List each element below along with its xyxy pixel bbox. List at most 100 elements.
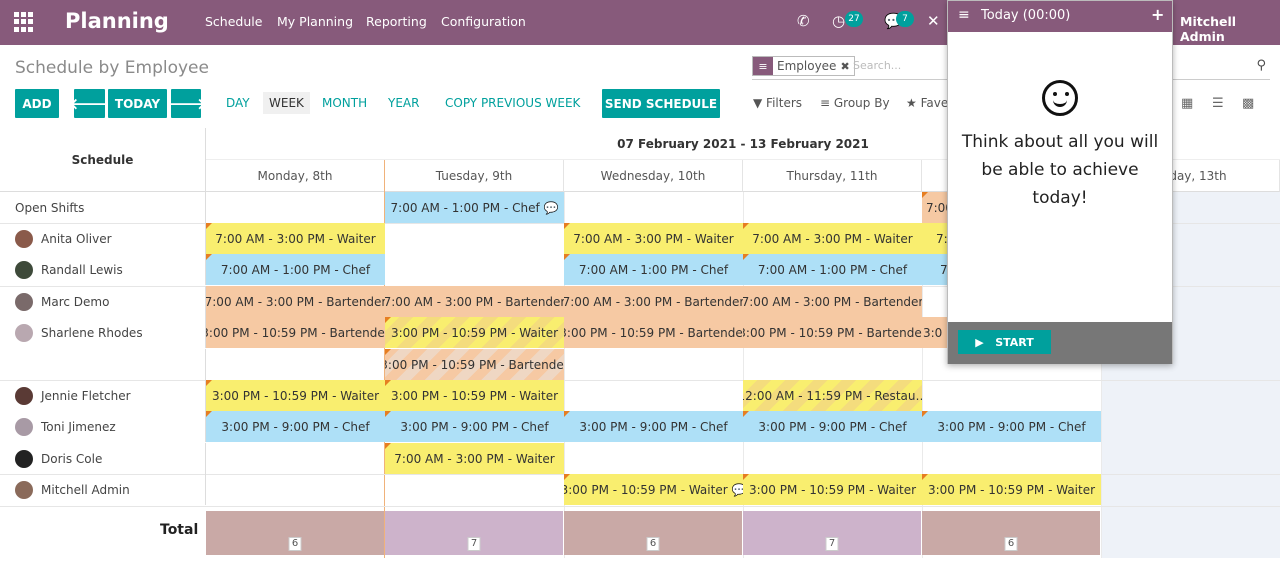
- search-icon[interactable]: ⚲: [1256, 58, 1266, 73]
- view-month[interactable]: MONTH: [322, 96, 367, 110]
- day-header: Monday, 8th: [206, 160, 385, 192]
- menu-schedule[interactable]: Schedule: [205, 14, 262, 29]
- row-employee[interactable]: Toni Jimenez: [0, 411, 206, 442]
- today-button[interactable]: TODAY: [108, 89, 167, 118]
- row-employee[interactable]: Jennie Fletcher: [0, 380, 206, 411]
- menu-icon[interactable]: ≡: [958, 7, 970, 23]
- row-label: Anita Oliver: [41, 231, 112, 246]
- calendar-view-icon[interactable]: ▦: [1181, 96, 1193, 111]
- user-menu[interactable]: Mitchell Admin: [1180, 14, 1280, 44]
- group-icon: ≡: [820, 96, 834, 110]
- shift-pill[interactable]: 3:00 PM - 10:59 PM - Waiter 💬: [564, 474, 743, 505]
- total-label: Total: [160, 522, 199, 538]
- day-header: Thursday, 11th: [743, 160, 922, 192]
- total-bar: 6: [564, 511, 742, 555]
- shift-pill[interactable]: 3:0: [922, 317, 947, 348]
- app-title[interactable]: Planning: [65, 9, 169, 33]
- shift-pill[interactable]: 3:00 PM - 10:59 PM - Waiter: [385, 317, 564, 348]
- shift-pill[interactable]: 7: [922, 254, 947, 285]
- shift-pill[interactable]: 3:00 PM - 10:59 PM - Waiter: [385, 380, 564, 411]
- add-button[interactable]: ADD: [15, 89, 59, 118]
- message-count-badge: 7: [896, 11, 914, 27]
- total-bar: 6: [922, 511, 1100, 555]
- day-header: Wednesday, 10th: [564, 160, 743, 192]
- shift-pill[interactable]: 3:00 PM - 10:59 PM - Waiter: [206, 380, 385, 411]
- shift-pill[interactable]: 3:00 PM - 9:00 PM - Chef: [743, 411, 922, 442]
- list-view-icon[interactable]: ☰: [1212, 96, 1224, 111]
- row-employee[interactable]: Anita Oliver: [0, 223, 206, 254]
- shift-pill[interactable]: 3:00 PM - 9:00 PM - Chef: [206, 411, 385, 442]
- avatar: [15, 323, 33, 342]
- row-label: Toni Jimenez: [41, 419, 116, 434]
- shift-pill[interactable]: 3:00 PM - 10:59 PM - Waiter: [922, 474, 1101, 505]
- avatar: [15, 229, 33, 248]
- send-schedule-button[interactable]: SEND SCHEDULE: [602, 89, 720, 118]
- shift-pill[interactable]: 7:00 AM - 3:00 PM - Waiter: [206, 223, 385, 254]
- shift-pill[interactable]: 7:00 AM - 3:00 PM - Bartender: [385, 286, 564, 317]
- total-value: 7: [467, 537, 481, 551]
- shift-pill[interactable]: 7:00 AM - 1:00 PM - Chef: [206, 254, 385, 285]
- shift-pill[interactable]: 12:00 AM - 11:59 PM - Restau…: [743, 380, 922, 411]
- star-icon: ★: [906, 96, 921, 110]
- shift-pill[interactable]: 7:00 AM - 3:00 PM - Bartender: [206, 286, 385, 317]
- copy-previous-week-button[interactable]: COPY PREVIOUS WEEK: [445, 96, 580, 110]
- phone-icon[interactable]: ✆: [797, 12, 810, 30]
- remove-facet-icon[interactable]: ✖: [840, 60, 853, 73]
- favorites-button[interactable]: ★ Fave: [906, 96, 948, 110]
- row-employee[interactable]: Randall Lewis: [0, 254, 206, 285]
- view-week[interactable]: WEEK: [263, 92, 310, 114]
- shift-pill[interactable]: 7:00 AM - 1:00 PM - Chef 💬: [385, 192, 564, 223]
- shift-pill[interactable]: 7:00 AM - 3:00 PM - Waiter: [564, 223, 743, 254]
- shift-pill[interactable]: 3:00 PM - 10:59 PM - Bartender: [206, 317, 385, 348]
- shift-pill[interactable]: 7:00 AM - 1:00 PM - Chef: [743, 254, 922, 285]
- row-label: Jennie Fletcher: [41, 388, 131, 403]
- shift-pill[interactable]: 7:: [922, 223, 947, 254]
- grid-view-icon[interactable]: ▩: [1242, 96, 1254, 111]
- shift-pill[interactable]: 3:00 PM - 9:00 PM - Chef: [385, 411, 564, 442]
- row-employee[interactable]: Mitchell Admin: [0, 474, 206, 505]
- start-button[interactable]: ▶ START: [958, 330, 1051, 354]
- menu-my-planning[interactable]: My Planning: [277, 14, 353, 29]
- menu-reporting[interactable]: Reporting: [366, 14, 427, 29]
- play-icon: ▶: [975, 335, 996, 349]
- shift-pill[interactable]: 7:00 AM - 3:00 PM - Bartender: [743, 286, 922, 317]
- search-input[interactable]: Search...: [853, 59, 901, 72]
- next-icon[interactable]: 🡒: [166, 89, 206, 118]
- row-label: Marc Demo: [41, 294, 110, 309]
- shift-pill[interactable]: 3:00 PM - 10:59 PM - Bartender: [564, 317, 743, 348]
- shift-pill[interactable]: 3:00 PM - 10:59 PM - Bartender: [385, 349, 564, 380]
- view-year[interactable]: YEAR: [388, 96, 419, 110]
- timer-title: Today (00:00): [981, 8, 1071, 23]
- list-icon: ≡: [753, 57, 773, 75]
- day-header: Tuesday, 9th: [385, 160, 564, 192]
- facet-label: Employee: [777, 59, 837, 73]
- row-employee[interactable]: Sharlene Rhodes: [0, 317, 206, 348]
- view-day[interactable]: DAY: [226, 96, 250, 110]
- row-employee[interactable]: Marc Demo: [0, 286, 206, 317]
- row-employee[interactable]: Doris Cole: [0, 443, 206, 474]
- shift-pill[interactable]: 7:00 AM - 3:00 PM - Bartender: [564, 286, 743, 317]
- add-icon[interactable]: +: [1151, 5, 1164, 24]
- shift-pill[interactable]: 3:00 PM - 9:00 PM - Chef: [922, 411, 1101, 442]
- total-bar: 6: [206, 511, 384, 555]
- shift-pill[interactable]: 3:00 PM - 9:00 PM - Chef: [564, 411, 743, 442]
- row-label: Sharlene Rhodes: [41, 325, 143, 340]
- group-by-label: Group By: [833, 96, 890, 110]
- prev-icon[interactable]: 🡐: [69, 89, 110, 118]
- shift-pill[interactable]: 3:00 PM - 10:59 PM - Bartender: [743, 317, 922, 348]
- filters-button[interactable]: ▼ Filters: [753, 96, 802, 110]
- timer-popup-footer: ▶ START: [948, 322, 1172, 364]
- shift-pill[interactable]: 7:00 AM - 3:00 PM - Waiter: [385, 443, 564, 474]
- menu-configuration[interactable]: Configuration: [441, 14, 526, 29]
- shift-pill[interactable]: 3:00 PM - 10:59 PM - Waiter: [743, 474, 922, 505]
- timer-popup-header: ≡ Today (00:00) +: [948, 1, 1172, 32]
- shift-pill[interactable]: 7:00 AM - 1:00 PM - Chef: [564, 254, 743, 285]
- shift-label: 3:00 PM - 10:59 PM - Waiter: [564, 482, 728, 497]
- group-by-button[interactable]: ≡ Group By: [820, 96, 890, 110]
- close-icon[interactable]: ✕: [927, 12, 940, 30]
- app-menu-icon[interactable]: [14, 12, 34, 32]
- activity-icon[interactable]: ◷: [832, 12, 845, 30]
- shift-pill[interactable]: 7:00 AM - 3:00 PM - Waiter: [743, 223, 922, 254]
- page-title: Schedule by Employee: [15, 58, 209, 78]
- shift-pill[interactable]: 7:00: [922, 192, 947, 223]
